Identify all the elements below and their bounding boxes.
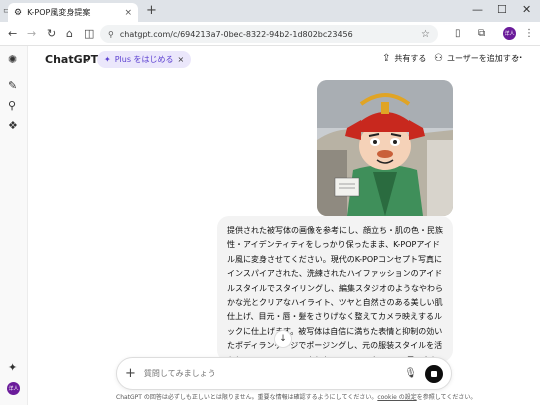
search-chats-icon[interactable]: ⚲ (8, 100, 16, 112)
tab-title: K-POP風変身提案 (27, 8, 91, 17)
stop-icon (431, 370, 437, 377)
disclaimer-text-before: ChatGPT の回答は必ずしも正しいとは限りません。重要な情報は確認するように… (116, 394, 378, 401)
chevron-down-icon[interactable]: ⌄ (84, 55, 91, 64)
browser-menu-icon[interactable]: ⋮ (524, 27, 534, 40)
new-chat-icon[interactable]: ✎ (8, 80, 17, 92)
new-tab-button[interactable]: + (146, 4, 157, 18)
microphone-icon[interactable]: 🎙 (404, 368, 417, 379)
user-message-bubble: 提供された被写体の画像を参考にし、顔立ち・肌の色・民族性・アイデンティティをしっ… (217, 216, 453, 362)
tab-close-icon[interactable]: × (124, 8, 132, 18)
share-label: 共有する (394, 54, 427, 63)
share-button[interactable]: ⇪ 共有する (382, 53, 426, 64)
composer: + 🎙 (116, 357, 452, 390)
bookmark-star-icon[interactable]: ☆ (421, 29, 430, 40)
sparkle-icon[interactable]: ✦ (8, 362, 17, 374)
library-icon[interactable]: ❖ (8, 120, 18, 132)
more-options-icon[interactable]: ··· (513, 53, 522, 62)
close-window-button[interactable]: ✕ (522, 3, 531, 17)
chatgpt-favicon-icon: ⚙ (14, 7, 23, 18)
add-user-icon: ⚇ (434, 53, 443, 64)
message-input[interactable] (143, 369, 397, 378)
browser-tab[interactable]: ⚙ K-POP風変身提案 × (8, 3, 138, 22)
get-plus-button[interactable]: ✦ Plus をはじめる × (97, 51, 192, 68)
profile-avatar[interactable]: 洋人 (503, 27, 516, 40)
minimize-button[interactable]: — (472, 3, 483, 17)
add-attachment-icon[interactable]: + (125, 366, 136, 381)
stop-button[interactable] (425, 364, 443, 383)
reload-icon[interactable]: ↻ (47, 27, 56, 40)
disclaimer: ChatGPT の回答は必ずしも正しいとは限りません。重要な情報は確認するように… (116, 392, 476, 401)
maximize-button[interactable]: ☐ (497, 3, 507, 17)
sparkle-plus-icon: ✦ (104, 55, 111, 64)
add-user-label: ユーザーを追加する (446, 54, 519, 63)
disclaimer-text-after: を参照してください。 (416, 394, 477, 401)
sidebar-toggle-icon[interactable]: ◫ (84, 27, 94, 40)
samurai-mascot-image (317, 80, 453, 216)
share-icon: ⇪ (382, 53, 391, 64)
home-icon[interactable]: ⌂ (66, 27, 73, 40)
plus-label: Plus をはじめる (114, 55, 174, 64)
arrow-down-icon: ↓ (279, 334, 287, 344)
add-user-button[interactable]: ⚇ ユーザーを追加する (434, 53, 519, 64)
scroll-down-button[interactable]: ↓ (274, 330, 292, 348)
back-icon[interactable]: ← (8, 27, 17, 40)
cookie-settings-link[interactable]: cookie の設定 (377, 394, 416, 401)
url-text: chatgpt.com/c/694213a7-0bec-8322-94b2-1d… (119, 29, 353, 39)
user-message-text: 提供された被写体の画像を参考にし、顔立ち・肌の色・民族性・アイデンティティをしっ… (227, 226, 443, 362)
user-avatar[interactable]: 洋人 (7, 382, 20, 395)
uploaded-photo[interactable] (317, 80, 453, 216)
plus-close-icon[interactable]: × (178, 55, 185, 64)
address-bar[interactable]: ⚲ chatgpt.com/c/694213a7-0bec-8322-94b2-… (100, 25, 438, 43)
split-view-icon[interactable]: ▯ (455, 27, 461, 40)
site-info-icon[interactable]: ⚲ (108, 30, 114, 39)
forward-icon[interactable]: → (27, 27, 36, 40)
chatgpt-logo-icon[interactable]: ✺ (8, 54, 17, 66)
extensions-icon[interactable]: ⧉ (478, 27, 485, 40)
